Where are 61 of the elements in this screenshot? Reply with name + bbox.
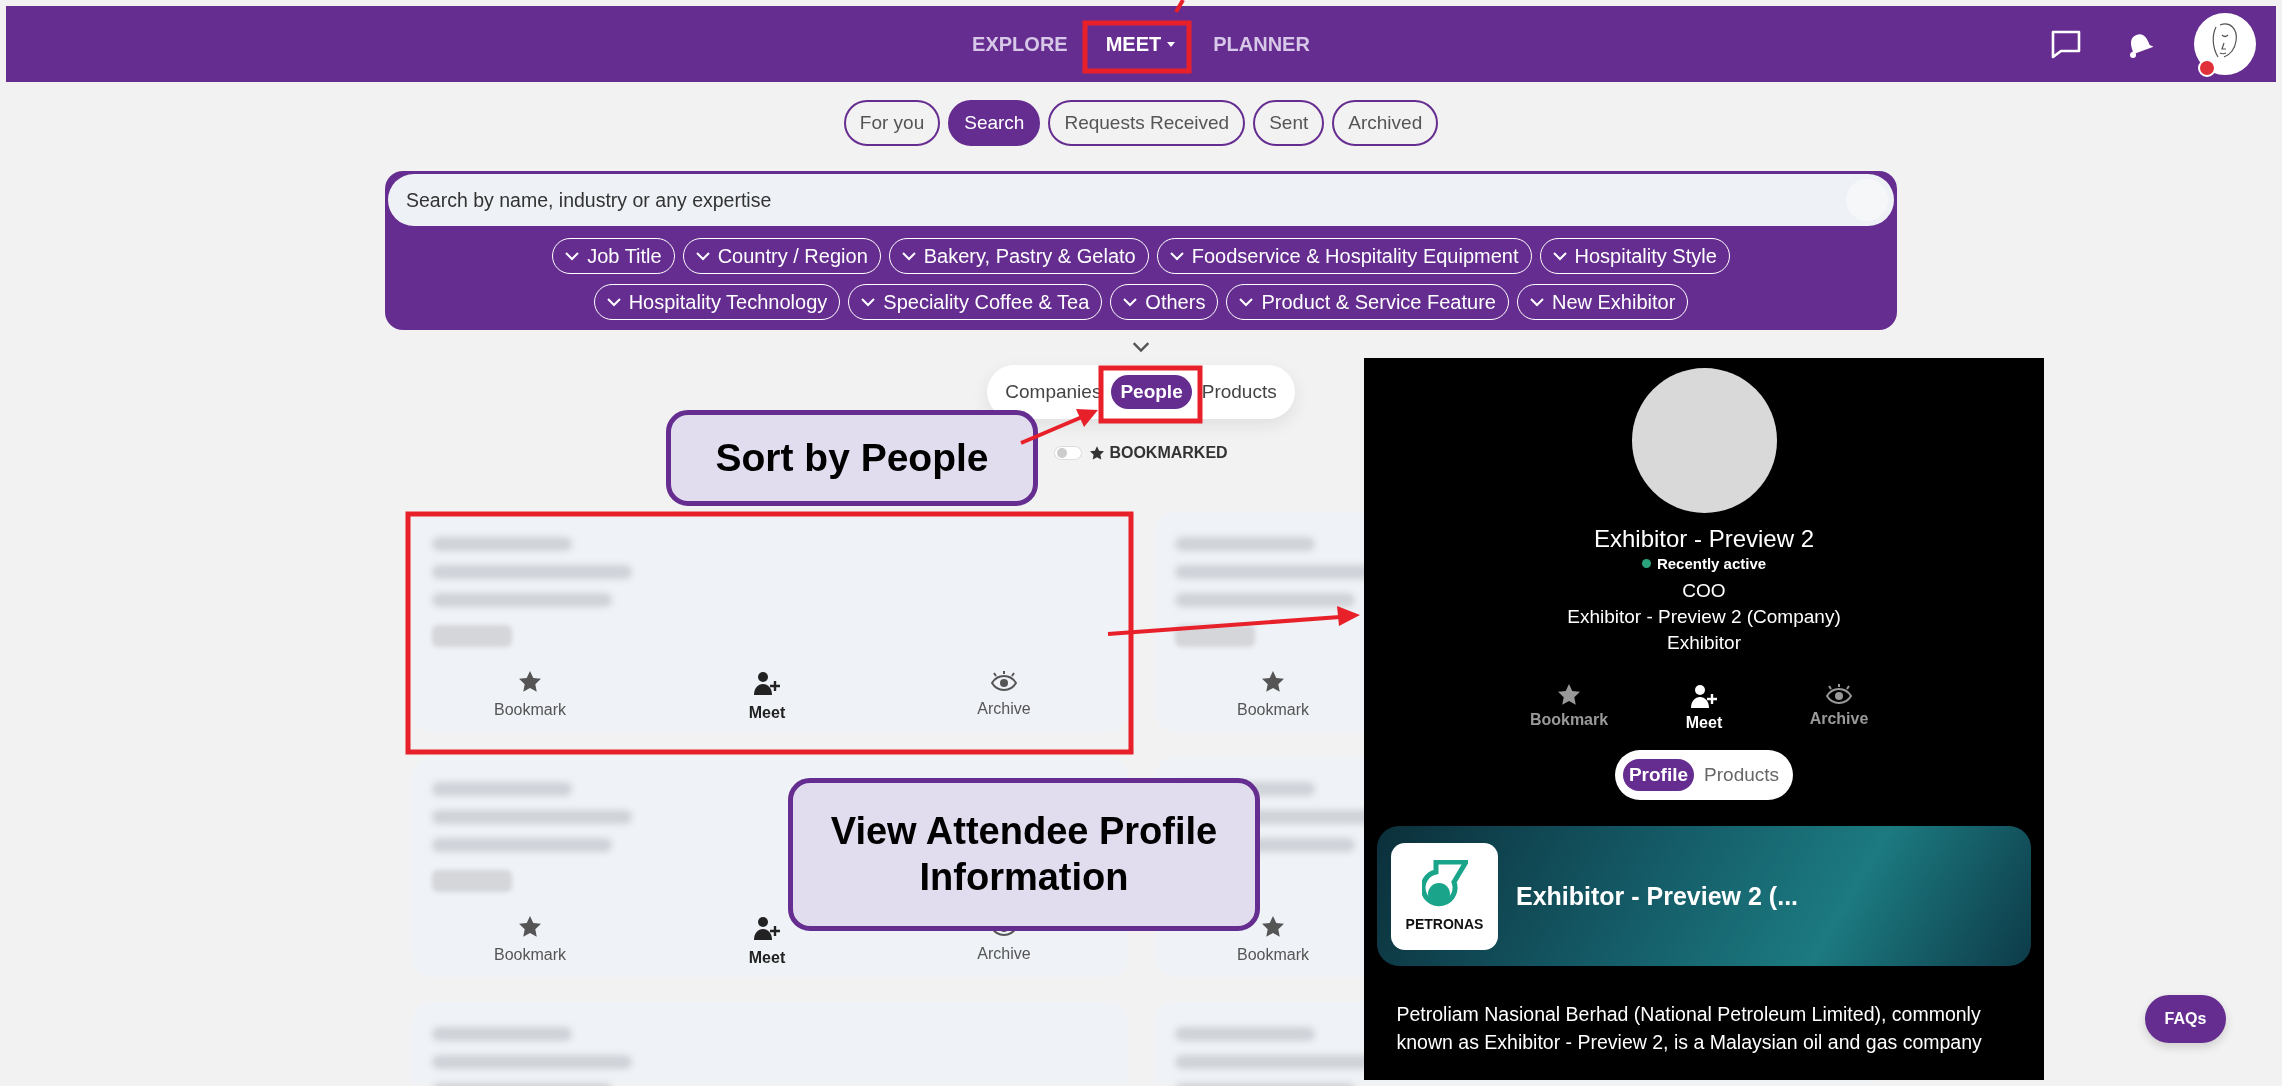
- logo-text: PETRONAS: [1405, 916, 1484, 932]
- tab[interactable]: Products: [1698, 759, 1786, 791]
- company-description: Petroliam Nasional Berhad (National Petroleum Limited), commonly known as Exhibitor - Preview 2, is a Malaysian oil and gas company: [1396, 1002, 1983, 1055]
- callout-tooltip: Sort by People: [666, 410, 1038, 506]
- star-icon: [1262, 916, 1284, 937]
- person-plus-icon: [1691, 684, 1717, 708]
- segment-option[interactable]: Products: [1197, 375, 1281, 409]
- search-field[interactable]: Search by name, industry or any expertise: [388, 174, 1894, 226]
- callout-tooltip: View Attendee Profile Information: [788, 778, 1260, 931]
- faq-button[interactable]: FAQs: [2145, 995, 2226, 1043]
- notification-dot: [2198, 59, 2216, 77]
- tab[interactable]: Profile: [1622, 759, 1695, 791]
- chevron-down-icon: [1529, 297, 1544, 307]
- bookmark-button[interactable]: Bookmark: [1237, 671, 1309, 719]
- archive-button[interactable]: Archive: [977, 671, 1031, 722]
- chevron-down-icon: [695, 251, 710, 261]
- company-banner[interactable]: PETRONAS Exhibitor - Preview 2 (...: [1377, 826, 2031, 966]
- meet-button[interactable]: Meet: [748, 671, 786, 722]
- star-icon: [1090, 446, 1105, 460]
- star-icon: [1262, 671, 1284, 692]
- status-text: Recently active: [1656, 555, 1767, 572]
- attendee-role: Exhibitor: [1667, 632, 1741, 654]
- nav-link[interactable]: MEET: [1093, 22, 1188, 66]
- chat-icon[interactable]: [2050, 29, 2082, 59]
- bookmark-button[interactable]: Bookmark: [1524, 684, 1614, 732]
- tab[interactable]: Sent: [1253, 100, 1325, 146]
- segment-option[interactable]: People: [1111, 375, 1192, 409]
- star-icon: [519, 916, 541, 937]
- expand-icon[interactable]: [1132, 342, 1150, 353]
- bookmark-button[interactable]: Bookmark: [494, 916, 566, 967]
- person-plus-icon: [754, 671, 780, 695]
- meet-button[interactable]: Meet: [748, 916, 786, 967]
- tab[interactable]: Requests Received: [1048, 100, 1246, 146]
- chevron-down-icon: [861, 297, 876, 307]
- tab[interactable]: Archived: [1332, 100, 1439, 146]
- status-dot: [1641, 559, 1651, 568]
- eye-icon: [991, 671, 1017, 691]
- chevron-down-icon: [1169, 251, 1184, 261]
- chevron-down-icon: [606, 297, 621, 307]
- nav-link[interactable]: PLANNER: [1201, 22, 1322, 66]
- tab[interactable]: Search: [948, 100, 1041, 146]
- eye-icon: [1826, 684, 1852, 704]
- chevron-down-icon: [1239, 297, 1254, 307]
- toggle-label: BOOKMARKED: [1109, 444, 1228, 462]
- meet-button[interactable]: Meet: [1659, 684, 1749, 732]
- star-icon: [1558, 684, 1580, 705]
- company-name: Exhibitor - Preview 2 (Company): [1567, 606, 1841, 628]
- chevron-down-icon: [901, 251, 916, 261]
- tab[interactable]: For you: [843, 100, 941, 146]
- person-plus-icon: [754, 916, 780, 940]
- archive-button[interactable]: Archive: [1794, 684, 1884, 732]
- chevron-down-icon: [1552, 251, 1567, 261]
- star-icon: [519, 671, 541, 692]
- bookmark-button[interactable]: Bookmark: [494, 671, 566, 722]
- chevron-down-icon: [1123, 297, 1138, 307]
- toggle-switch[interactable]: [1054, 446, 1083, 460]
- job-title: COO: [1682, 580, 1726, 602]
- nav-link[interactable]: EXPLORE: [960, 22, 1080, 66]
- company-banner-title: Exhibitor - Preview 2 (...: [1516, 881, 1799, 911]
- chevron-down-icon: [565, 251, 580, 261]
- profile-name: Exhibitor - Preview 2: [1593, 525, 1815, 553]
